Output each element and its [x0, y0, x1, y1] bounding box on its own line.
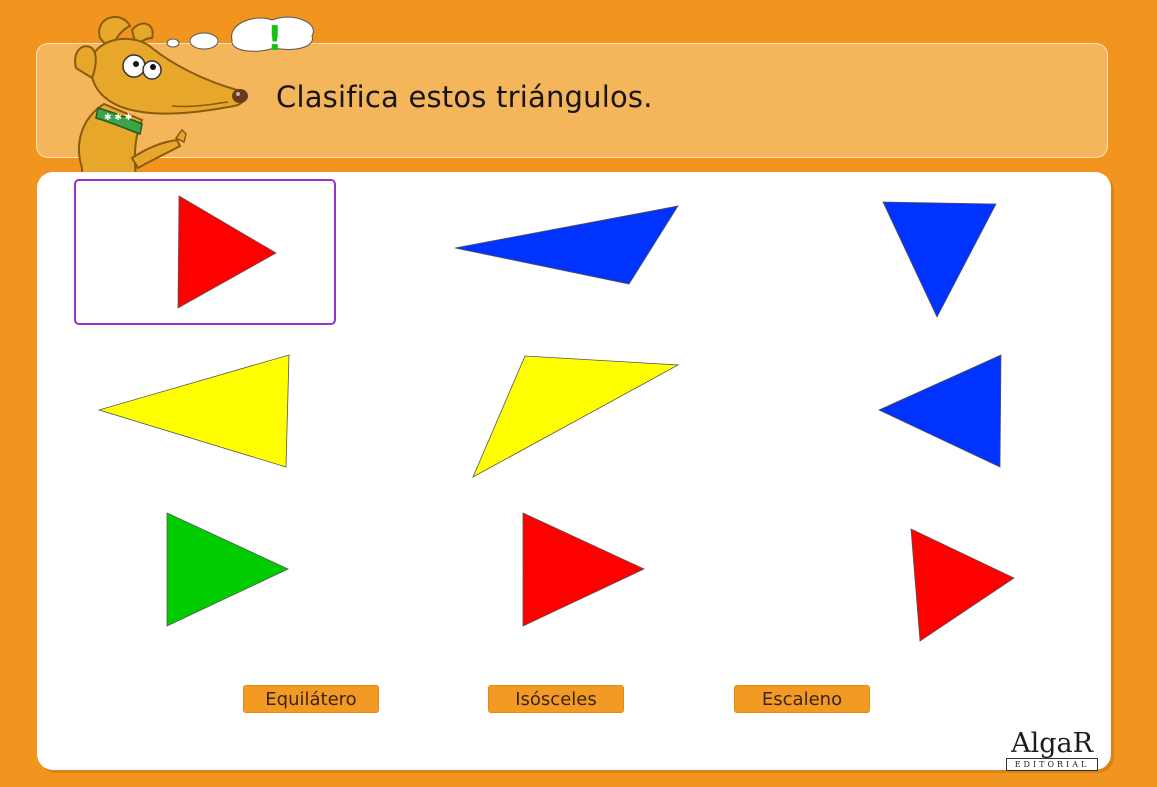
algar-logo: AlgaR EDITORIAL [1005, 728, 1099, 772]
triangle-option-4[interactable] [96, 352, 294, 470]
triangle-option-5[interactable] [470, 353, 682, 481]
logo-subtitle: EDITORIAL [1006, 758, 1098, 771]
equilatero-button[interactable]: Equilátero [243, 685, 379, 713]
triangle-option-2[interactable] [452, 202, 682, 288]
logo-name: AlgaR [1011, 728, 1093, 759]
escaleno-button[interactable]: Escaleno [734, 685, 870, 713]
exclamation-mark: ! [267, 19, 283, 59]
triangle-option-7[interactable] [164, 510, 292, 630]
triangle-option-9[interactable] [908, 526, 1018, 644]
triangle-option-3[interactable] [880, 200, 1000, 320]
triangle-option-6[interactable] [876, 352, 1004, 470]
page-title: Clasifica estos triángulos. [276, 80, 653, 114]
triangle-option-1[interactable] [74, 179, 336, 325]
svg-text:✱ ✱ ✱: ✱ ✱ ✱ [104, 113, 132, 123]
triangle-option-8[interactable] [520, 510, 648, 630]
isosceles-button[interactable]: Isósceles [488, 685, 624, 713]
